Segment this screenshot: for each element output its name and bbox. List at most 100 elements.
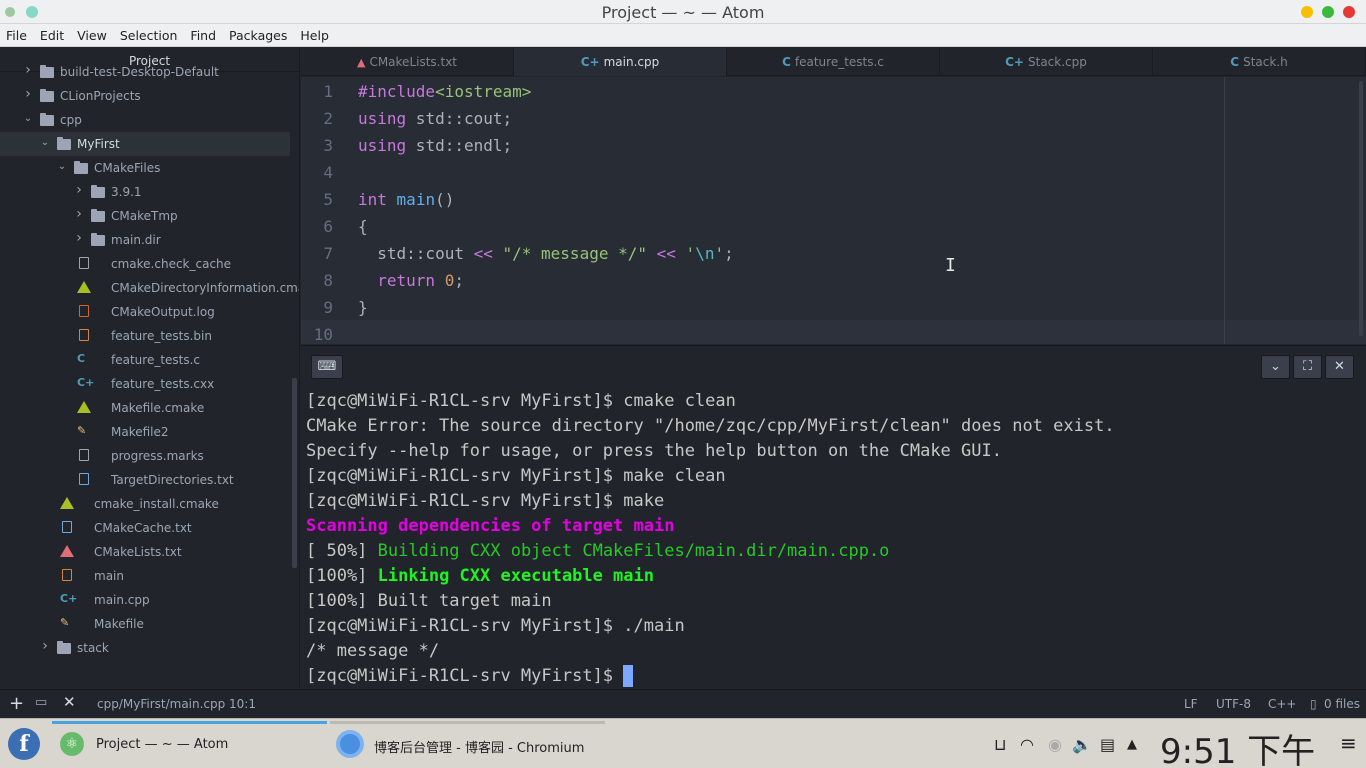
tree-folder[interactable]: › stack [0, 636, 299, 660]
line-number: 10 [313, 325, 333, 344]
progress-prefix: [100%] [306, 566, 378, 586]
code-line-9: } [358, 298, 368, 317]
tab-stack-h[interactable]: C Stack.h [1153, 48, 1366, 76]
menu-edit[interactable]: Edit [40, 28, 64, 43]
tab-label: main.cpp [603, 55, 660, 69]
tree-file[interactable]: CMakeCache.txt [0, 516, 299, 540]
editor-scrollbar[interactable] [1359, 81, 1363, 336]
tree-file[interactable]: CMakeOutput.log [0, 300, 299, 324]
terminal-hide-button[interactable]: ⌄ [1261, 355, 1290, 379]
tree-item-label: CMakeCache.txt [94, 521, 192, 535]
tree-folder[interactable]: › build-test-Desktop-Default [0, 60, 299, 84]
terminal-maximize-button[interactable]: ⛶ [1293, 355, 1322, 379]
close-button[interactable] [1343, 6, 1355, 18]
terminal-icon[interactable]: ▭ [35, 695, 47, 710]
c-icon: C [782, 55, 791, 69]
terminal-close-button[interactable]: ✕ [1325, 355, 1354, 379]
tree-file[interactable]: main [0, 564, 299, 588]
terminal-panel[interactable]: [zqc@MiWiFi-R1CL-srv MyFirst]$ cmake cle… [301, 388, 1366, 688]
tree-file[interactable]: cmake.check_cache [0, 252, 299, 276]
menu-help[interactable]: Help [300, 28, 329, 43]
menu-file[interactable]: File [6, 28, 27, 43]
menu-icon[interactable]: ≡ [1340, 731, 1357, 755]
menu-view[interactable]: View [77, 28, 107, 43]
menu-selection[interactable]: Selection [120, 28, 178, 43]
folder-icon [40, 89, 54, 102]
chevron-right-icon[interactable]: › [73, 230, 85, 246]
tab-label: feature_tests.c [794, 55, 884, 69]
tree-file[interactable]: C+ main.cpp [0, 588, 299, 612]
maximize-button[interactable] [1322, 6, 1334, 18]
volume-icon[interactable]: 🔈 [1072, 735, 1092, 754]
tree-folder[interactable]: ⌄ MyFirst [0, 132, 290, 156]
status-encoding[interactable]: UTF-8 [1216, 697, 1251, 711]
clock[interactable]: 9:51 下午 [1160, 724, 1315, 768]
wifi-icon[interactable]: ◠ [1020, 735, 1034, 754]
tree-file[interactable]: CMakeLists.txt [0, 540, 299, 564]
tab-stack-cpp[interactable]: C+ Stack.cpp [940, 48, 1153, 76]
status-line-ending[interactable]: LF [1184, 697, 1198, 711]
status-git[interactable]: 0 files [1324, 697, 1360, 711]
chevron-down-icon[interactable]: ⌄ [22, 113, 34, 125]
chevron-right-icon[interactable]: › [73, 182, 85, 198]
tree-item-label: Makefile [94, 617, 144, 631]
tree-file[interactable]: C+ feature_tests.cxx [0, 372, 299, 396]
task-chromium[interactable]: 博客后台管理 - 博客园 - Chromium [330, 719, 605, 768]
tab-cmakelists-txt[interactable]: ▲ CMakeLists.txt [301, 48, 514, 76]
status-grammar[interactable]: C++ [1268, 697, 1297, 711]
project-tree-panel: Project › build-test-Desktop-Default › CLio… [0, 48, 300, 688]
task-atom[interactable]: ⚛ Project — ~ — Atom [52, 719, 327, 768]
tab-main-cpp[interactable]: C+ main.cpp [514, 48, 727, 76]
chevron-down-icon[interactable]: ⌄ [39, 137, 51, 149]
terminal-line: [zqc@MiWiFi-R1CL-srv MyFirst]$ cmake cle… [306, 391, 736, 411]
code-line-5: int main() [358, 190, 455, 209]
tree-folder[interactable]: ⌄ cpp [0, 108, 299, 132]
tree-file[interactable]: ✎ Makefile2 [0, 420, 299, 444]
terminal-line: Specify --help for usage, or press the h… [306, 441, 1002, 461]
code-editor[interactable]: 1 2 3 4 5 6 7 8 9 10 #include<iostream> using std… [301, 77, 1366, 344]
tab-feature-tests-c[interactable]: Cfeature_tests.c [727, 48, 940, 76]
tree-file[interactable]: feature_tests.bin [0, 324, 299, 348]
chevron-down-icon[interactable]: ⌄ [56, 161, 68, 173]
tree-folder[interactable]: ⌄ CMakeFiles [0, 156, 299, 180]
log-icon [79, 305, 89, 317]
tree-file[interactable]: CMakeDirectoryInformation.cmake [0, 276, 299, 300]
tree-file[interactable]: TargetDirectories.txt [0, 468, 299, 492]
menu-packages[interactable]: Packages [229, 28, 287, 43]
chevron-right-icon[interactable]: › [73, 206, 85, 222]
folder-icon [91, 209, 105, 222]
folder-icon [57, 137, 71, 150]
tray-expand-icon[interactable]: ▲ [1127, 737, 1137, 752]
minimize-button[interactable] [1301, 6, 1313, 18]
progress-prefix: [ 50%] [306, 541, 378, 561]
chevron-right-icon[interactable]: › [22, 62, 34, 78]
tree-folder[interactable]: › main.dir [0, 228, 299, 252]
folder-icon [91, 233, 105, 246]
tree-folder[interactable]: › CLionProjects [0, 84, 299, 108]
git-files-icon: ▯ [1310, 697, 1317, 711]
clipboard-icon[interactable]: ▤ [1100, 735, 1115, 754]
chevron-right-icon[interactable]: › [39, 638, 51, 654]
task-label: 博客后台管理 - 博客园 - Chromium [374, 741, 585, 756]
tree-file[interactable]: Cfeature_tests.c [0, 348, 299, 372]
updates-icon[interactable]: ◉ [1048, 735, 1062, 754]
tree-scrollbar[interactable] [292, 378, 297, 568]
status-cursor-position[interactable]: 10:1 [229, 697, 256, 711]
chevron-right-icon[interactable]: › [22, 86, 34, 102]
fedora-launcher-icon[interactable]: f [8, 728, 40, 760]
cmake-icon [77, 281, 91, 293]
keyboard-icon[interactable]: ⌨ [311, 355, 343, 379]
tree-file[interactable]: progress.marks [0, 444, 299, 468]
tree-file[interactable]: Makefile.cmake [0, 396, 299, 420]
tree-file[interactable]: ✎ Makefile [0, 612, 299, 636]
c-icon: C [1230, 55, 1240, 69]
status-file-path[interactable]: cpp/MyFirst/main.cpp [97, 697, 225, 711]
add-icon[interactable]: + [9, 693, 24, 714]
tree-file[interactable]: cmake_install.cmake [0, 492, 299, 516]
tree-folder[interactable]: › 3.9.1 [0, 180, 299, 204]
input-method-icon[interactable]: ⊔ [994, 735, 1006, 754]
tree-folder[interactable]: › CMakeTmp [0, 204, 299, 228]
tree-item-label: stack [77, 641, 109, 655]
close-terminal-icon[interactable]: ✕ [63, 693, 76, 711]
menu-find[interactable]: Find [190, 28, 216, 43]
